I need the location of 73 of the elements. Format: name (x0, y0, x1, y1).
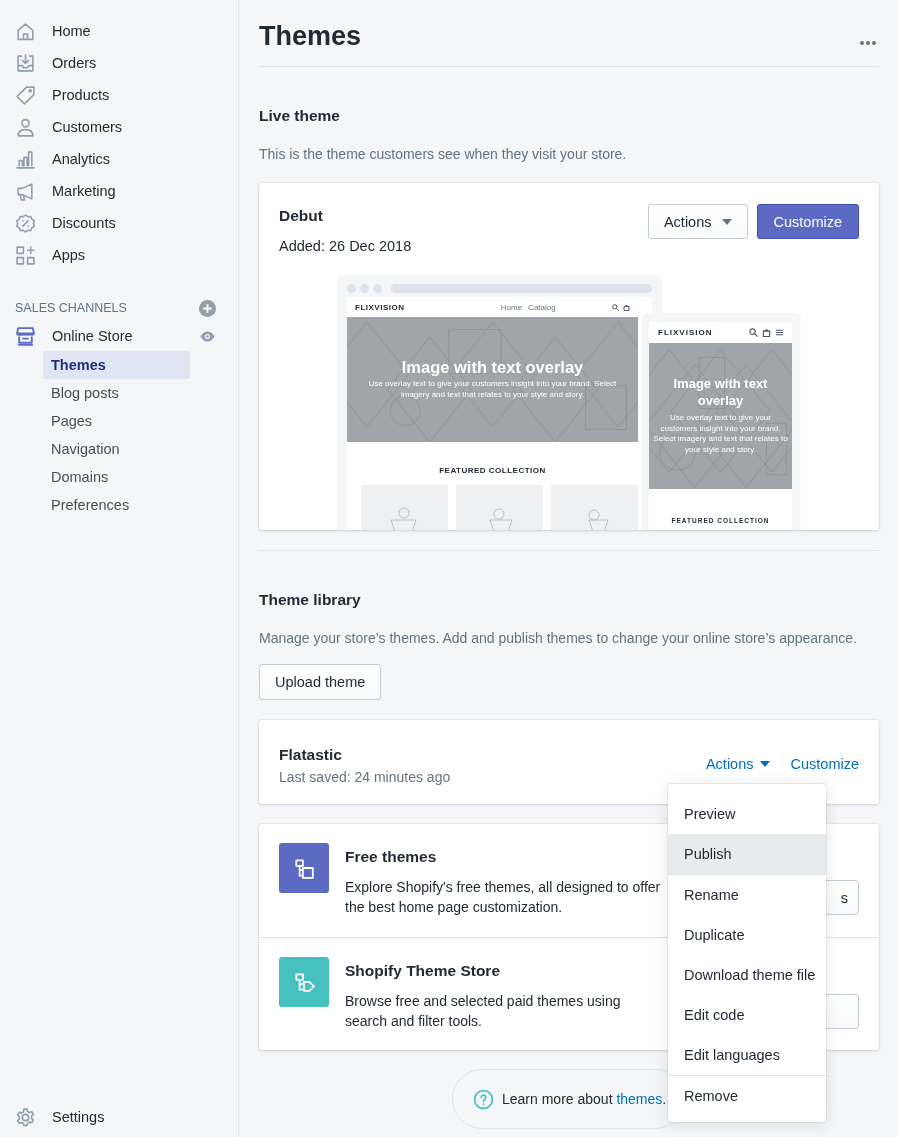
store-icon (15, 325, 36, 347)
nav-link[interactable]: Catalog (528, 302, 556, 312)
menu-item[interactable]: Download theme file (668, 955, 826, 995)
megaphone-icon (15, 180, 36, 202)
tag-icon (15, 84, 36, 106)
theme-date: Added: 26 Dec 2018 (279, 237, 412, 256)
menu-item[interactable]: Edit code (668, 995, 826, 1035)
sidebar-item[interactable]: Blog posts (43, 379, 190, 407)
menu-icon (775, 328, 784, 337)
caret-icon (721, 218, 732, 225)
more-icon[interactable] (859, 40, 877, 46)
bar-chart-icon (15, 148, 36, 170)
theme-name: Flatastic (279, 745, 343, 765)
settings-icon (15, 1106, 36, 1128)
hero-text: Use overlay text to give your customers insight into your brand. Select imagery and text that relates to your style and story. (653, 412, 788, 456)
menu-item[interactable]: Preview (668, 794, 826, 834)
sidebar-item[interactable]: Navigation (43, 435, 190, 463)
nav-item[interactable]: Settings (0, 1101, 238, 1133)
section-heading: Live theme (259, 106, 341, 126)
menu-item[interactable]: Duplicate (668, 915, 826, 955)
collection-heading: FEATURED COLLECTION (438, 466, 547, 475)
home-icon (15, 20, 36, 42)
person-icon (15, 116, 36, 138)
bag-icon (623, 303, 630, 311)
actions-button[interactable]: Actions (647, 204, 748, 239)
theme-date: Last saved: 24 minutes ago (279, 768, 451, 787)
store-logo: FLIXVISION (658, 328, 713, 337)
sidebar-item[interactable]: Themes (43, 351, 190, 379)
upload-button[interactable]: Upload theme (259, 664, 382, 700)
nav-link[interactable]: Home (500, 302, 523, 312)
nav-item[interactable]: Apps (0, 239, 238, 271)
feature-description: Browse free and selected paid themes using search and filter tools. (345, 992, 622, 1031)
section-description: Manage your store’s themes. Add and publish themes to change your online store’s appearance. (259, 629, 858, 648)
feature-description: Explore Shopify's free themes, all designed to offer the best home page customization. (345, 878, 662, 917)
discount-icon (15, 212, 36, 234)
add-icon (199, 299, 216, 317)
help-text: Learn more about themes. (502, 1091, 667, 1107)
nav-item[interactable]: Marketing (0, 175, 238, 207)
customize-button[interactable]: Customize (756, 204, 859, 239)
section-heading: SALES CHANNELS (15, 301, 127, 315)
menu-item[interactable]: Remove (668, 1076, 826, 1116)
customize-link[interactable]: Customize (790, 755, 859, 773)
nav-item[interactable]: Products (0, 79, 238, 111)
menu-item[interactable]: Rename (668, 875, 826, 915)
nav-item[interactable]: Discounts (0, 207, 238, 239)
store-logo: FLIXVISION (355, 302, 405, 312)
bag-icon (762, 328, 771, 337)
nav-item[interactable]: Customers (0, 111, 238, 143)
sidebar-item[interactable]: Preferences (43, 491, 190, 519)
theme-name: Debut (279, 206, 324, 226)
hero-text: Use overlay text to give your customers insight into your brand. Select imagery and text that relates to your style and story. (367, 379, 618, 401)
nav-item[interactable]: Online Store (15, 320, 183, 352)
section-heading: Theme library (259, 590, 362, 610)
search-icon (749, 328, 758, 337)
sidebar-item[interactable]: Domains (43, 463, 190, 491)
menu-item[interactable]: Edit languages (668, 1035, 826, 1075)
section-description: This is the theme customers see when they visit your store. (259, 145, 628, 164)
apps-icon (15, 244, 36, 266)
caret-icon (759, 761, 770, 767)
hero-title: Image with text overlay (401, 358, 584, 378)
feature-title: Free themes (345, 847, 438, 867)
actions-link[interactable]: Actions (705, 755, 770, 773)
help-icon (473, 1088, 494, 1110)
menu-item[interactable]: Publish (668, 834, 826, 874)
nav-item[interactable]: Orders (0, 47, 238, 79)
page-title: Themes (259, 20, 362, 53)
search-icon (612, 303, 619, 311)
inbox-icon (15, 52, 36, 74)
nav-item[interactable]: Home (0, 15, 238, 47)
sidebar-item[interactable]: Pages (43, 407, 190, 435)
hero-title: Image with text overlay (672, 376, 769, 410)
nav-item[interactable]: Analytics (0, 143, 238, 175)
feature-title: Shopify Theme Store (345, 961, 502, 981)
